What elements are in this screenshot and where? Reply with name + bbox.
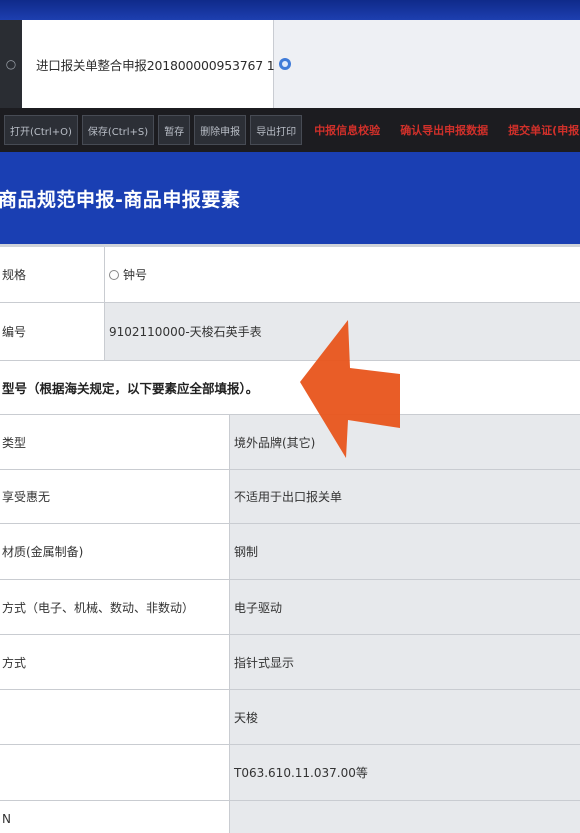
element-value[interactable]: 不适用于出口报关单: [230, 470, 580, 523]
element-row: 享受惠无 不适用于出口报关单: [0, 470, 580, 524]
element-row: 类型 境外品牌(其它): [0, 415, 580, 470]
declaration-form: 规格 钟号 编号 9102110000-天梭石英手表 型号（根据海关规定，以下要…: [0, 244, 580, 833]
hint-text: 型号（根据海关规定，以下要素应全部填报）。: [0, 361, 580, 415]
arrow-shape: [300, 320, 400, 458]
element-row: 方式 指针式显示: [0, 635, 580, 690]
element-label: 方式（电子、机械、数动、非数动）: [0, 580, 230, 634]
element-label: N: [0, 801, 230, 833]
section-header: 商品规范申报-商品申报要素: [0, 152, 580, 244]
element-row: 天梭: [0, 690, 580, 745]
element-label: 材质(金属制备): [0, 524, 230, 579]
submit-documents-link[interactable]: 提交单证(申报): [500, 115, 580, 145]
pointer-arrow-icon: [300, 320, 400, 458]
tab-close-icon[interactable]: [278, 58, 291, 70]
element-value[interactable]: 钢制: [230, 524, 580, 579]
element-value[interactable]: T063.610.11.037.00等: [230, 745, 580, 800]
open-button[interactable]: 打开(Ctrl+O): [4, 115, 78, 145]
form-row: 规格 钟号: [0, 247, 580, 303]
tab-bar: ○ 进口报关单整合申报201800000953767 1: [0, 20, 580, 108]
delete-declaration-button[interactable]: 删除申报: [194, 115, 247, 145]
element-label: [0, 690, 230, 744]
element-row: 材质(金属制备) 钢制: [0, 524, 580, 580]
radio-icon[interactable]: [109, 269, 119, 280]
section-title: 商品规范申报-商品申报要素: [0, 188, 241, 211]
window-title-bar: [0, 0, 580, 20]
element-row: N: [0, 801, 580, 833]
export-print-button[interactable]: 导出打印: [250, 115, 303, 145]
element-label: [0, 745, 230, 800]
field-label: 编号: [0, 303, 105, 360]
form-row: 编号 9102110000-天梭石英手表: [0, 303, 580, 361]
element-row: T063.610.11.037.00等: [0, 745, 580, 801]
element-label: 类型: [0, 415, 230, 469]
element-label: 享受惠无: [0, 470, 230, 523]
validate-link[interactable]: 中报信息校验: [306, 115, 388, 145]
tab-import-declaration[interactable]: 进口报关单整合申报201800000953767 1: [22, 20, 291, 108]
field-value[interactable]: 钟号: [105, 247, 580, 302]
save-button[interactable]: 保存(Ctrl+S): [81, 115, 155, 145]
element-value[interactable]: 境外品牌(其它): [230, 415, 580, 469]
element-value[interactable]: 电子驱动: [230, 580, 580, 634]
draft-button[interactable]: 暂存: [158, 115, 191, 145]
element-value[interactable]: [230, 801, 580, 833]
tab-left-stub[interactable]: ○: [0, 20, 22, 108]
element-row: 方式（电子、机械、数动、非数动） 电子驱动: [0, 580, 580, 635]
element-value[interactable]: 指针式显示: [230, 635, 580, 689]
field-label: 规格: [0, 247, 105, 302]
field-value-text: 钟号: [123, 268, 148, 282]
tab-label: 进口报关单整合申报201800000953767 1: [36, 57, 275, 73]
element-value[interactable]: 天梭: [230, 690, 580, 744]
toolbar: 打开(Ctrl+O) 保存(Ctrl+S) 暂存 删除申报 导出打印 中报信息校…: [0, 108, 580, 152]
element-label: 方式: [0, 635, 230, 689]
export-data-link[interactable]: 确认导出申报数据: [392, 115, 496, 145]
